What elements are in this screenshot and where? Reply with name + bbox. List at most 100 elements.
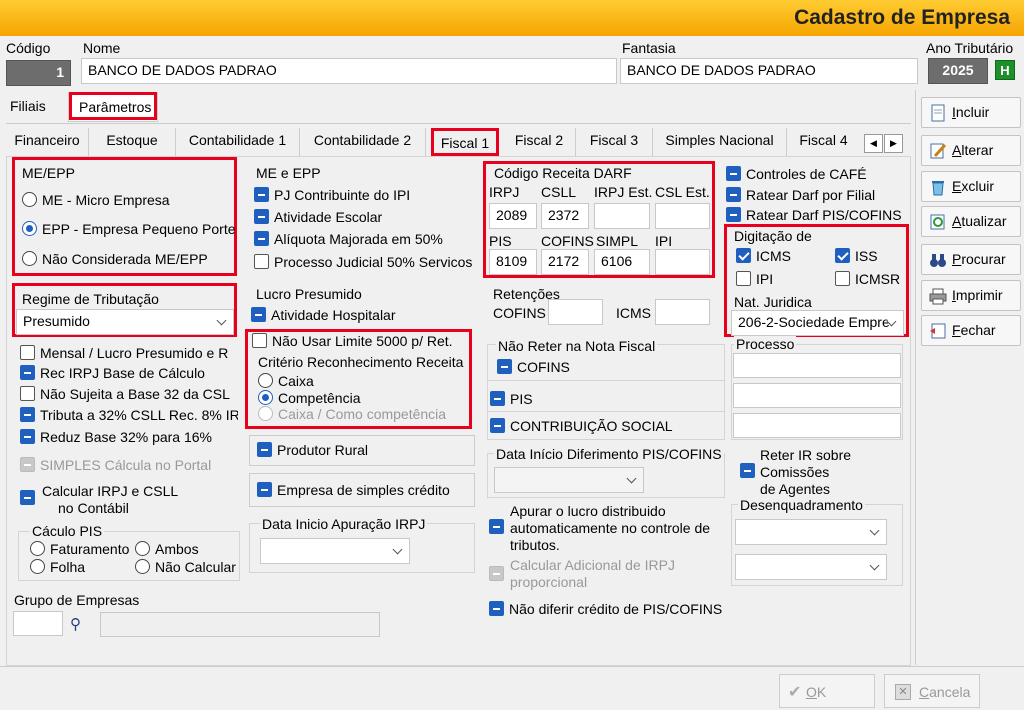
check-icmsr[interactable]: ICMSR xyxy=(835,271,900,287)
checkbox-icon xyxy=(20,429,35,444)
radio-epp[interactable]: EPP - Empresa Pequeno Porte xyxy=(22,221,236,237)
tab-filiais[interactable]: Filiais xyxy=(10,98,46,114)
check-calcular-irpj[interactable] xyxy=(20,484,40,505)
darf-irpj-est-field[interactable] xyxy=(594,203,650,229)
check-iss[interactable]: ISS xyxy=(835,248,878,264)
darf-irpj-field[interactable]: 2089 xyxy=(489,203,537,229)
radio-nao-considerada[interactable]: Não Considerada ME/EPP xyxy=(22,251,208,267)
tab-estoque[interactable]: Estoque xyxy=(89,128,176,156)
regime-select[interactable]: Presumido xyxy=(16,309,234,335)
calcular-adicional-line1: Calcular Adicional de IRPJ xyxy=(510,557,675,573)
check-apurar-lucro[interactable] xyxy=(489,519,509,535)
radio-ambos[interactable]: Ambos xyxy=(135,541,199,557)
check-produtor-rural[interactable]: Produtor Rural xyxy=(257,442,368,458)
cancela-button[interactable]: ✕ Cancela xyxy=(884,674,980,708)
tab-fiscal-2[interactable]: Fiscal 2 xyxy=(503,128,576,156)
darf-simpl-field[interactable]: 6106 xyxy=(594,249,650,275)
ano-field[interactable]: 2025 xyxy=(928,58,988,84)
diferimento-select[interactable] xyxy=(494,467,644,493)
check-mensal[interactable]: Mensal / Lucro Presumido e R xyxy=(20,345,228,361)
check-simples-portal[interactable]: SIMPLES Cálcula no Portal xyxy=(20,457,211,473)
check-controles-cafe[interactable]: Controles de CAFÉ xyxy=(726,166,867,182)
darf-csl-est-field[interactable] xyxy=(655,203,710,229)
check-nao-diferir[interactable]: Não diferir crédito de PIS/COFINS xyxy=(489,601,722,617)
radio-caixa[interactable]: Caixa xyxy=(258,373,314,389)
check-atividade-escolar[interactable]: Atividade Escolar xyxy=(254,209,382,225)
radio-ambos-label: Ambos xyxy=(155,541,199,557)
check-ratear-filial[interactable]: Ratear Darf por Filial xyxy=(726,187,875,203)
radio-faturamento[interactable]: Faturamento xyxy=(30,541,129,557)
retencoes-icms-field[interactable] xyxy=(655,299,710,325)
radio-caixa-competencia-label: Caixa / Como competência xyxy=(278,406,447,422)
processo-field-3[interactable] xyxy=(733,413,901,438)
retencoes-cofins-label: COFINS xyxy=(493,305,546,321)
retencoes-cofins-field[interactable] xyxy=(548,299,603,325)
atualizar-button[interactable]: Atualizar xyxy=(921,206,1021,237)
fantasia-label: Fantasia xyxy=(622,40,676,56)
check-ipi[interactable]: IPI xyxy=(736,271,773,287)
ano-h-button[interactable]: H xyxy=(995,60,1015,80)
check-produtor-rural-label: Produtor Rural xyxy=(277,442,369,458)
processo-field-1[interactable] xyxy=(733,353,901,378)
check-nao-reter-cofins[interactable]: COFINS xyxy=(497,359,570,375)
check-aliquota-majorada[interactable]: Alíquota Majorada em 50% xyxy=(254,231,443,247)
alterar-button[interactable]: Alterar xyxy=(921,135,1021,166)
nao-reter-title: Não Reter na Nota Fiscal xyxy=(496,338,658,354)
radio-competencia[interactable]: Competência xyxy=(258,390,361,406)
darf-csll-field[interactable]: 2372 xyxy=(541,203,589,229)
tab-contabilidade-1[interactable]: Contabilidade 1 xyxy=(176,128,300,156)
binoculars-icon[interactable]: ⚲ xyxy=(70,615,92,633)
radio-icon xyxy=(258,373,273,388)
incluir-button[interactable]: Incluir xyxy=(921,97,1021,128)
check-atividade-hospitalar[interactable]: Atividade Hospitalar xyxy=(251,307,396,323)
apurar-line2: automaticamente no controle de xyxy=(510,520,711,536)
fantasia-field[interactable]: BANCO DE DADOS PADRAO xyxy=(620,58,918,84)
check-reter-ir[interactable] xyxy=(740,463,760,479)
imprimir-button[interactable]: Imprimir xyxy=(921,280,1021,311)
window-title: Cadastro de Empresa xyxy=(794,6,1010,29)
check-nao-reter-pis[interactable]: PIS xyxy=(490,391,533,407)
check-nao-usar-limite[interactable]: Não Usar Limite 5000 p/ Ret. xyxy=(252,333,453,349)
darf-ipi-field[interactable] xyxy=(655,249,710,275)
radio-caixa-competencia[interactable]: Caixa / Como competência xyxy=(258,406,446,422)
nat-juridica-select[interactable]: 206-2-Sociedade Empre xyxy=(731,310,904,336)
check-nao-reter-contribuicao-label: CONTRIBUIÇÃO SOCIAL xyxy=(510,418,673,434)
fechar-button[interactable]: Fechar xyxy=(921,315,1021,346)
ok-button[interactable]: ✔ OK xyxy=(779,674,875,708)
radio-folha[interactable]: Folha xyxy=(30,559,85,575)
check-ratear-pis-cofins[interactable]: Ratear Darf PIS/COFINS xyxy=(726,207,902,223)
data-apuracao-select[interactable] xyxy=(260,538,410,564)
check-rec-irpj[interactable]: Rec IRPJ Base de Cálculo xyxy=(20,365,205,381)
check-empresa-simples[interactable]: Empresa de simples crédito xyxy=(257,482,450,498)
check-calcular-adicional[interactable] xyxy=(489,566,509,582)
procurar-button[interactable]: Procurar xyxy=(921,244,1021,275)
reter-ir-line2: Comissões xyxy=(760,464,830,480)
codigo-field[interactable]: 1 xyxy=(6,60,71,86)
check-nao-sujeita[interactable]: Não Sujeita a Base 32 da CSL xyxy=(20,386,230,402)
tab-contabilidade-2[interactable]: Contabilidade 2 xyxy=(300,128,426,156)
tab-scroll-right-icon[interactable]: ▶ xyxy=(884,134,903,153)
darf-pis-field[interactable]: 8109 xyxy=(489,249,537,275)
desenquadramento-select-2[interactable] xyxy=(735,554,887,580)
tab-financeiro[interactable]: Financeiro xyxy=(6,128,89,156)
processo-field-2[interactable] xyxy=(733,383,901,408)
grupo-code-field[interactable] xyxy=(13,611,63,636)
check-reduz-base[interactable]: Reduz Base 32% para 16% xyxy=(20,429,212,445)
check-pj-ipi-label: PJ Contribuinte do IPI xyxy=(274,187,411,203)
check-nao-reter-contribuicao[interactable]: CONTRIBUIÇÃO SOCIAL xyxy=(490,418,673,434)
darf-cofins-field[interactable]: 2172 xyxy=(541,249,589,275)
desenquadramento-select-1[interactable] xyxy=(735,519,887,545)
tab-fiscal-4[interactable]: Fiscal 4 xyxy=(787,128,860,156)
tab-scroll-left-icon[interactable]: ◀ xyxy=(864,134,883,153)
nome-field[interactable]: BANCO DE DADOS PADRAO xyxy=(81,58,617,84)
side-separator xyxy=(915,90,916,665)
excluir-button[interactable]: Excluir xyxy=(921,171,1021,202)
radio-nao-calcular[interactable]: Não Calcular xyxy=(135,559,236,575)
check-icms[interactable]: ICMS xyxy=(736,248,791,264)
tab-fiscal-3[interactable]: Fiscal 3 xyxy=(576,128,653,156)
check-processo-judicial[interactable]: Processo Judicial 50% Servicos xyxy=(254,254,472,270)
radio-me[interactable]: ME - Micro Empresa xyxy=(22,192,170,208)
tab-simples-nacional[interactable]: Simples Nacional xyxy=(653,128,787,156)
check-pj-ipi[interactable]: PJ Contribuinte do IPI xyxy=(254,187,410,203)
check-tributa-32[interactable]: Tributa a 32% CSLL Rec. 8% IR xyxy=(20,407,238,423)
